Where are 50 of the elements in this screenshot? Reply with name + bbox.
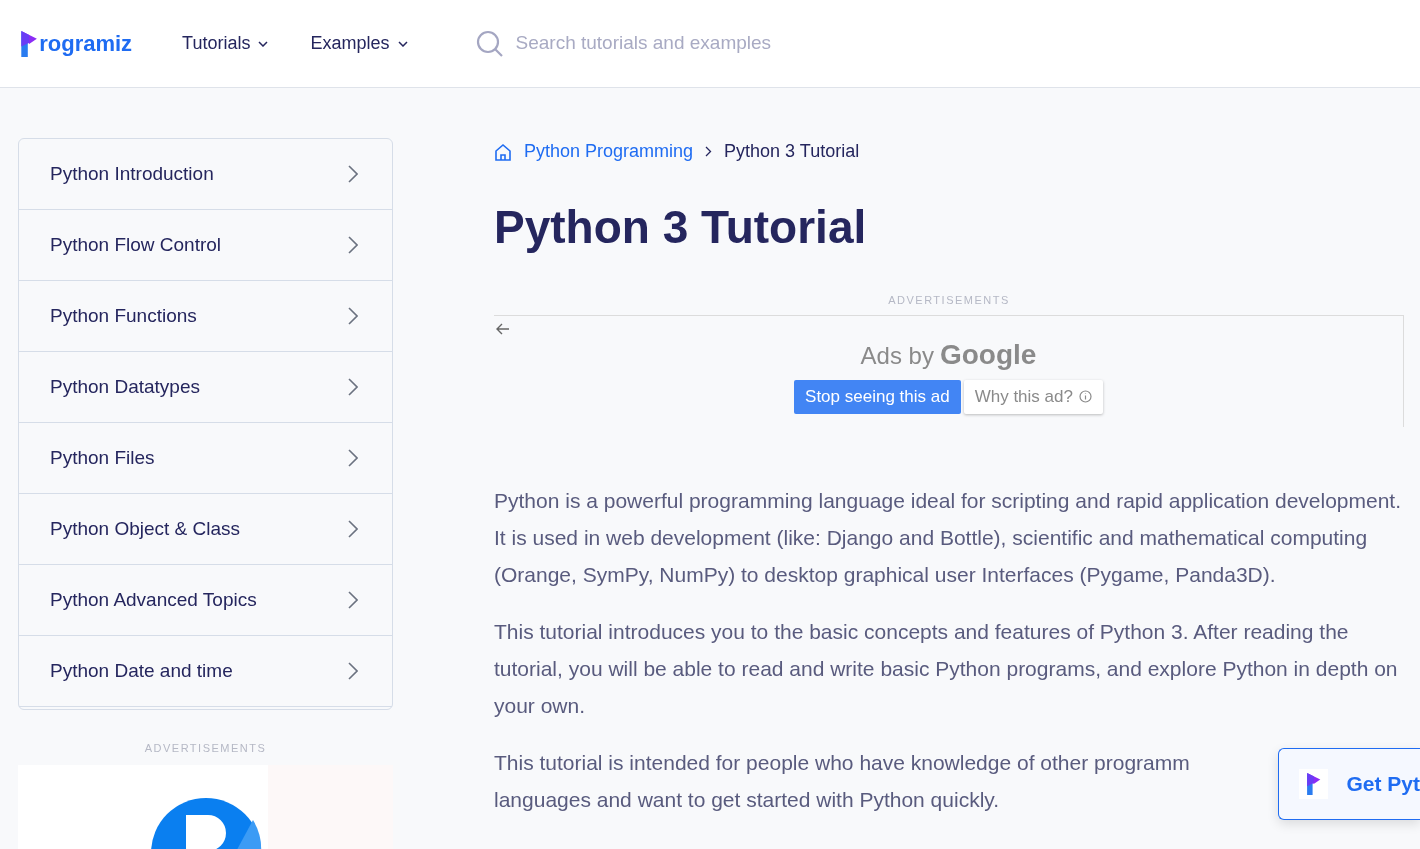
sidebar-item-label[interactable]: Python Functions	[50, 301, 197, 331]
ad-label: ADVERTISEMENTS	[143, 741, 268, 756]
search-icon	[475, 29, 504, 58]
stop-ad-button[interactable]: Stop seeing this ad	[794, 379, 961, 414]
chevron-right-icon	[705, 146, 713, 157]
chevron-right-icon	[348, 591, 358, 609]
paragraph: This tutorial introduces you to the basic concepts and features of Python 3. After reading the tutorial, you will be able to read and write basic Python programs, and explore Python in depth on your own.	[494, 618, 1399, 719]
back-arrow-icon	[496, 322, 510, 335]
logo-icon	[1306, 773, 1322, 795]
chevron-right-icon	[348, 307, 358, 325]
chevron-right-icon	[348, 449, 358, 467]
chevron-right-icon	[348, 520, 358, 538]
nav-menu[interactable]: Examples	[310, 30, 408, 57]
chevron-right-icon	[348, 236, 358, 254]
ad-label: ADVERTISEMENTS	[887, 293, 1011, 308]
sidebar-item-label[interactable]: Python Datatypes	[50, 372, 200, 402]
google-wordmark: Google	[939, 337, 1037, 372]
chevron-right-icon	[348, 378, 358, 396]
paragraph: This tutorial is intended for people who have knowledge of other programm languages and want to get started with Python quickly.	[494, 749, 1190, 813]
sidebar-item[interactable]: Python Functions	[19, 281, 392, 352]
caret-icon	[397, 40, 408, 47]
caret-icon	[258, 40, 269, 47]
sidebar-item-label[interactable]: Python Flow Control	[50, 230, 222, 260]
logo-text[interactable]: rogramiz	[39, 27, 133, 60]
sidebar-item[interactable]: Python Introduction	[19, 139, 392, 210]
logo-icon	[20, 30, 39, 57]
sidebar-item-label[interactable]: Python Introduction	[50, 159, 214, 189]
breadcrumb-link[interactable]: Python Programming	[524, 138, 694, 165]
sidebar-item[interactable]: Python Datatypes	[19, 352, 392, 423]
breadcrumb-current: Python 3 Tutorial	[724, 140, 860, 163]
sidebar-item-label[interactable]: Python Object & Class	[50, 514, 241, 544]
why-ad-button[interactable]: Why this ad?	[963, 379, 1103, 414]
nav-menu[interactable]: Tutorials	[182, 30, 269, 57]
sidebar-item[interactable]: Python Files	[19, 423, 392, 494]
info-icon	[1078, 390, 1092, 403]
sidebar-item-label[interactable]: Python Date and time	[50, 656, 233, 686]
search-field[interactable]: Search tutorials and examples	[515, 29, 846, 58]
sidebar-item[interactable]: Python Object & Class	[19, 494, 392, 565]
sidebar-item[interactable]: Python Flow Control	[19, 210, 392, 281]
sidebar-item[interactable]: Python Date and time	[19, 636, 392, 707]
paragraph: Python is a powerful programming language ideal for scripting and rapid application development. It is used in web development (like: Django and Bottle), scientific and mathematical computing (Orange, SymPy, NumPy) to desktop graphical user Interfaces (Pygame, Panda3D).	[494, 487, 1403, 588]
chevron-right-icon	[348, 662, 358, 680]
sidebar-item[interactable]: Python Advanced Topics	[19, 565, 392, 636]
get-python-button[interactable]: Get Pyt	[1278, 748, 1420, 820]
sidebar-item-label[interactable]: Python Advanced Topics	[50, 585, 257, 615]
home-icon	[494, 142, 512, 161]
page-title: Python 3 Tutorial	[494, 200, 868, 255]
sidebar-item-label[interactable]: Python Files	[50, 443, 155, 473]
chevron-right-icon	[348, 165, 358, 183]
ads-by-text: Ads by	[860, 340, 934, 371]
